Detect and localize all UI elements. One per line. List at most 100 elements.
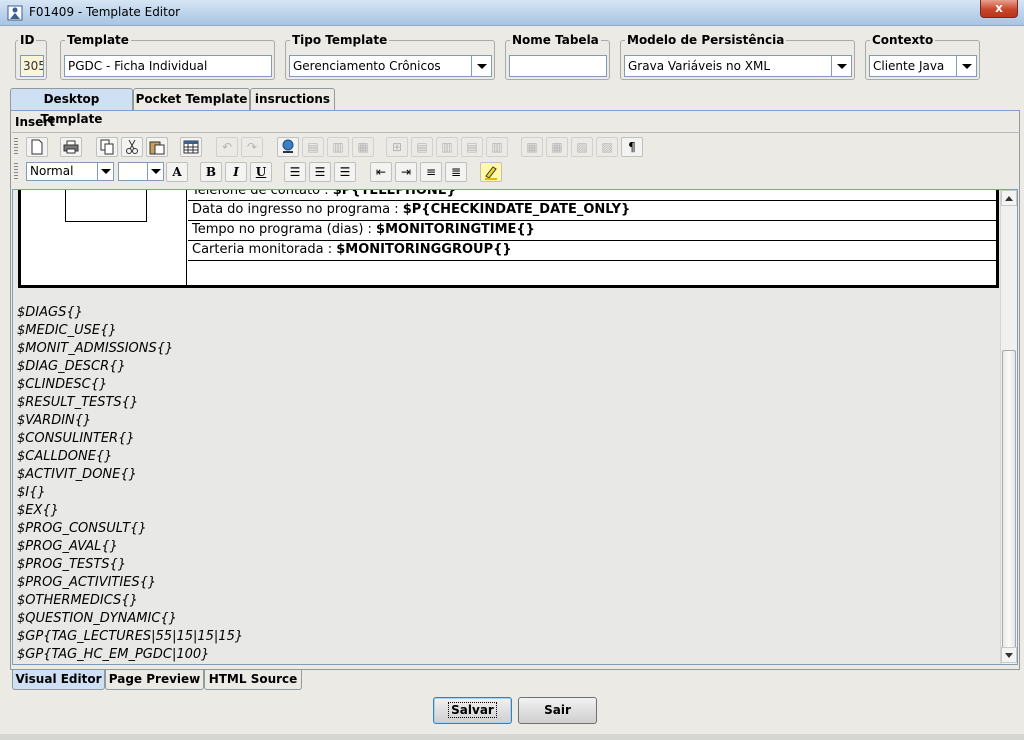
paragraph-style-select[interactable]: Normal bbox=[26, 162, 114, 181]
save-button[interactable]: Salvar bbox=[433, 697, 512, 724]
tab-instructions[interactable]: insructions bbox=[250, 88, 335, 110]
modelo-persistencia-select[interactable]: Grava Variáveis no XML bbox=[624, 55, 852, 77]
image-button[interactable]: ▨ bbox=[571, 137, 593, 157]
template-variable[interactable]: $CONSULINTER{} bbox=[17, 430, 135, 448]
table-row[interactable]: Telefone de contato : $P{TELEPHONE} bbox=[188, 190, 999, 201]
cell-props-icon: ▦ bbox=[551, 140, 563, 154]
template-variable[interactable]: $ACTIVIT_DONE{} bbox=[17, 466, 137, 484]
toolbar-grip[interactable] bbox=[14, 163, 18, 181]
contexto-group: Contexto Cliente Java bbox=[865, 33, 980, 80]
menu-insert[interactable]: Insert bbox=[15, 115, 55, 129]
template-variable[interactable]: $CLINDESC{} bbox=[17, 376, 107, 394]
align-center-icon: ☰ bbox=[314, 165, 326, 179]
italic-button[interactable]: I bbox=[225, 162, 247, 182]
table-insert-col-button[interactable]: ▥ bbox=[436, 137, 458, 157]
table-merge-button[interactable]: ⊞ bbox=[386, 137, 408, 157]
exit-button[interactable]: Sair bbox=[518, 697, 597, 724]
image-props-button[interactable]: ▨ bbox=[596, 137, 618, 157]
template-variable[interactable]: $PROG_AVAL{} bbox=[17, 538, 118, 556]
template-variable[interactable]: $EX{} bbox=[17, 502, 59, 520]
template-variable[interactable]: $OTHERMEDICS{} bbox=[17, 592, 138, 610]
align-center-button[interactable]: ☰ bbox=[309, 162, 331, 182]
ordered-list-button[interactable]: ≡ bbox=[420, 162, 442, 182]
modelo-persistencia-label: Modelo de Persistência bbox=[625, 33, 787, 47]
chevron-down-icon[interactable] bbox=[147, 163, 163, 180]
template-variable[interactable]: $DIAG_DESCR{} bbox=[17, 358, 126, 376]
redo-button[interactable]: ↷ bbox=[241, 137, 263, 157]
indent-button[interactable]: ⇥ bbox=[395, 162, 417, 182]
template-variable[interactable]: $MONIT_ADMISSIONS{} bbox=[17, 340, 173, 358]
unordered-list-button[interactable]: ≣ bbox=[445, 162, 467, 182]
cut-button[interactable] bbox=[121, 137, 143, 157]
highlight-button[interactable] bbox=[480, 162, 502, 182]
template-name-input[interactable]: PGDC - Ficha Individual bbox=[64, 55, 272, 77]
scroll-up-icon[interactable] bbox=[1001, 190, 1017, 206]
chevron-down-icon[interactable] bbox=[831, 56, 851, 76]
template-variable[interactable]: $MEDIC_USE{} bbox=[17, 322, 117, 340]
globe-link-icon bbox=[282, 139, 294, 153]
template-variable[interactable]: $PROG_TESTS{} bbox=[17, 556, 126, 574]
underline-button[interactable]: U bbox=[250, 162, 272, 182]
new-document-button[interactable] bbox=[26, 137, 48, 157]
table-delete-col-button[interactable]: ▥ bbox=[486, 137, 508, 157]
insert-link-button[interactable] bbox=[277, 137, 299, 157]
toolbar-grip[interactable] bbox=[14, 138, 18, 156]
template-variable[interactable]: $PROG_ACTIVITIES{} bbox=[17, 574, 156, 592]
table-delete-row-button[interactable]: ▤ bbox=[461, 137, 483, 157]
chevron-down-icon[interactable] bbox=[97, 163, 113, 180]
print-button[interactable] bbox=[60, 137, 82, 157]
table-props-icon: ▦ bbox=[526, 140, 538, 154]
paste-button[interactable] bbox=[146, 137, 168, 157]
font-size-button[interactable]: A bbox=[166, 162, 188, 182]
template-variable[interactable]: $DIAGS{} bbox=[17, 304, 83, 322]
template-variable[interactable]: $QUESTION_DYNAMIC{} bbox=[17, 610, 177, 628]
scrollbar-thumb[interactable] bbox=[1002, 350, 1016, 650]
tab-desktop-template[interactable]: Desktop Template bbox=[10, 88, 133, 126]
template-variable[interactable]: $RESULT_TESTS{} bbox=[17, 394, 138, 412]
row-variable: $MONITORINGTIME{} bbox=[376, 222, 535, 237]
nome-tabela-input[interactable] bbox=[509, 55, 607, 77]
insert-table-button[interactable] bbox=[180, 137, 202, 157]
table-col-button[interactable]: ▥ bbox=[327, 137, 349, 157]
chevron-down-icon[interactable] bbox=[471, 56, 491, 76]
close-icon: x bbox=[995, 1, 1003, 15]
template-variable[interactable]: $I{} bbox=[17, 484, 46, 502]
template-variable[interactable]: $GP{TAG_HC_EM_PGDC|100} bbox=[17, 646, 209, 664]
indent-icon: ⇥ bbox=[400, 165, 412, 179]
chevron-down-icon[interactable] bbox=[956, 56, 976, 76]
tab-pocket-template[interactable]: Pocket Template bbox=[133, 88, 250, 110]
show-paragraph-button[interactable]: ¶ bbox=[621, 137, 643, 157]
tab-html-source[interactable]: HTML Source bbox=[204, 670, 302, 690]
table-cell-button[interactable]: ▦ bbox=[352, 137, 374, 157]
tipo-template-group: Tipo Template Gerenciamento Crônicos bbox=[285, 33, 495, 80]
image-icon: ▨ bbox=[576, 140, 588, 154]
align-right-button[interactable]: ☰ bbox=[334, 162, 356, 182]
tipo-template-select[interactable]: Gerenciamento Crônicos bbox=[289, 55, 492, 77]
table-insert-row-button[interactable]: ▤ bbox=[411, 137, 433, 157]
visual-editor-area[interactable]: Telefone de contato : $P{TELEPHONE} Data… bbox=[12, 189, 1018, 665]
cell-props-button[interactable]: ▦ bbox=[546, 137, 568, 157]
template-variable[interactable]: $CALLDONE{} bbox=[17, 448, 112, 466]
scroll-down-icon[interactable] bbox=[1001, 647, 1017, 663]
table-row[interactable] bbox=[188, 261, 999, 281]
contexto-select[interactable]: Cliente Java bbox=[869, 55, 977, 77]
template-variable[interactable]: $VARDIN{} bbox=[17, 412, 91, 430]
id-label: ID bbox=[18, 33, 37, 47]
tab-visual-editor[interactable]: Visual Editor bbox=[12, 670, 105, 690]
bold-button[interactable]: B bbox=[200, 162, 222, 182]
table-props-button[interactable]: ▦ bbox=[521, 137, 543, 157]
outdent-button[interactable]: ⇤ bbox=[370, 162, 392, 182]
table-row[interactable]: Tempo no programa (dias) : $MONITORINGTI… bbox=[188, 221, 999, 241]
table-row[interactable]: Carteria monitorada : $MONITORINGGROUP{} bbox=[188, 241, 999, 261]
font-size-select[interactable] bbox=[118, 162, 164, 181]
tab-page-preview[interactable]: Page Preview bbox=[105, 670, 204, 690]
align-left-button[interactable]: ☰ bbox=[284, 162, 306, 182]
table-row-button[interactable]: ▤ bbox=[302, 137, 324, 157]
template-variable[interactable]: $GP{TAG_LECTURES|55|15|15|15} bbox=[17, 628, 243, 646]
template-variable[interactable]: $PROG_CONSULT{} bbox=[17, 520, 147, 538]
editor-scrollbar[interactable] bbox=[1000, 190, 1017, 664]
undo-button[interactable]: ↶ bbox=[216, 137, 238, 157]
copy-button[interactable] bbox=[96, 137, 118, 157]
table-row[interactable]: Data do ingresso no programa : $P{CHECKI… bbox=[188, 201, 999, 221]
close-button[interactable]: x bbox=[980, 0, 1018, 18]
